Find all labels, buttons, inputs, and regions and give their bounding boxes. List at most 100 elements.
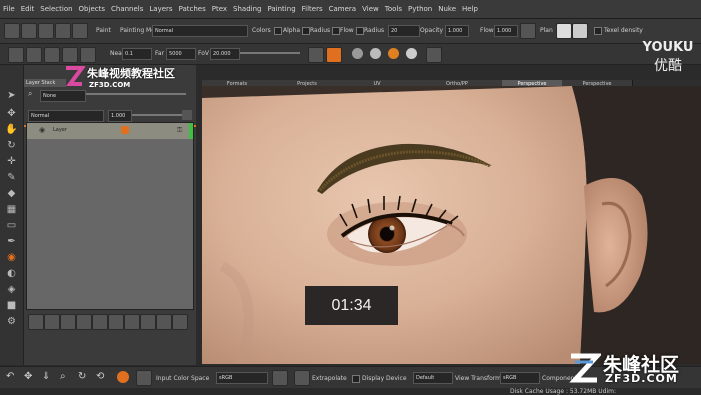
move-icon[interactable]: ✥	[5, 107, 18, 120]
menu-selection[interactable]: Selection	[37, 5, 75, 13]
fill-icon[interactable]: ◆	[5, 187, 18, 200]
lit-sphere-icon[interactable]	[388, 48, 399, 59]
menu-edit[interactable]: Edit	[18, 5, 38, 13]
menu-file[interactable]: File	[0, 5, 18, 13]
menu-help[interactable]: Help	[459, 5, 481, 13]
flow-field[interactable]: 1.000	[494, 25, 518, 37]
move-view-icon[interactable]: ✥	[24, 371, 32, 382]
flat-sphere-icon[interactable]	[370, 48, 381, 59]
menu-filters[interactable]: Filters	[299, 5, 326, 13]
menu-tools[interactable]: Tools	[382, 5, 405, 13]
pan-icon[interactable]	[80, 47, 96, 63]
clone-tool-icon[interactable]	[55, 23, 71, 39]
fov-field[interactable]: 20.000	[210, 48, 240, 60]
menu-shading[interactable]: Shading	[230, 5, 264, 13]
menu-painting[interactable]: Painting	[264, 5, 298, 13]
menu-python[interactable]: Python	[405, 5, 435, 13]
add-layer-icon[interactable]	[28, 314, 44, 330]
extrapolate-icon[interactable]	[294, 370, 310, 386]
paint-tool-icon[interactable]	[4, 23, 20, 39]
painting-mode-select[interactable]: Normal	[152, 25, 248, 37]
grid-icon[interactable]	[572, 23, 588, 39]
pressure-icon[interactable]	[520, 23, 536, 39]
texture-icon[interactable]	[426, 47, 442, 63]
full-sphere-icon[interactable]	[406, 48, 417, 59]
flow2-label: Flow	[480, 27, 494, 34]
layer-row[interactable]: ◉ Layer ⚿	[27, 123, 193, 139]
layer-stack-tab[interactable]: Layer Stack	[24, 79, 66, 87]
far-field[interactable]: 5000	[166, 48, 196, 60]
menu-layers[interactable]: Layers	[146, 5, 175, 13]
rotate-icon[interactable]: ↻	[5, 139, 18, 152]
eye-icon[interactable]: ◉	[39, 126, 45, 134]
square-icon[interactable]: ■	[5, 299, 18, 312]
plan-icon[interactable]	[556, 23, 572, 39]
menu-camera[interactable]: Camera	[326, 5, 359, 13]
undo-icon[interactable]: ↶	[6, 371, 14, 382]
orbit-icon[interactable]: ↻	[78, 371, 86, 382]
texel-density-checkbox[interactable]	[594, 27, 602, 35]
record-icon[interactable]	[117, 371, 129, 383]
camera-icon[interactable]	[8, 47, 24, 63]
opacity-field[interactable]: 1.000	[445, 25, 469, 37]
fit-icon[interactable]	[26, 47, 42, 63]
shading-sphere-icon[interactable]	[352, 48, 363, 59]
add-group-icon[interactable]	[44, 314, 60, 330]
lock-icon[interactable]	[182, 110, 192, 120]
down-arrow-icon[interactable]: ⇓	[42, 371, 50, 382]
view-transform-select[interactable]: sRGB	[500, 372, 540, 384]
merge-icon[interactable]	[108, 314, 124, 330]
menu-patches[interactable]: Patches	[176, 5, 209, 13]
brush-tool-icon[interactable]	[21, 23, 37, 39]
display-device-checkbox[interactable]	[352, 375, 360, 383]
paint-brush-icon[interactable]: ✎	[5, 171, 18, 184]
radius-checkbox[interactable]	[302, 27, 310, 35]
export-icon[interactable]	[140, 314, 156, 330]
blend-mode-select[interactable]: Normal	[28, 110, 104, 122]
menu-objects[interactable]: Objects	[76, 5, 108, 13]
mode-icon[interactable]	[326, 47, 342, 63]
near-field[interactable]: 0.1	[122, 48, 152, 60]
view-icon[interactable]	[62, 47, 78, 63]
viewport[interactable]	[202, 86, 701, 364]
zoom-icon[interactable]: ⌕	[60, 371, 66, 382]
reset-icon[interactable]: ⟲	[96, 371, 104, 382]
display-device-select[interactable]: Default	[413, 372, 453, 384]
radius2-checkbox[interactable]	[356, 27, 364, 35]
flow-checkbox[interactable]	[332, 27, 340, 35]
flow-label: Flow	[340, 27, 354, 34]
delete-layer-icon[interactable]	[172, 314, 188, 330]
fov-slider[interactable]	[240, 52, 300, 54]
menu-channels[interactable]: Channels	[108, 5, 146, 13]
color-space-icon[interactable]	[136, 370, 152, 386]
target-icon[interactable]: ◉	[5, 251, 18, 264]
lock-layer-icon[interactable]: ⚿	[177, 126, 182, 135]
layer-opacity-slider[interactable]	[132, 114, 182, 116]
grid-select-icon[interactable]: ▦	[5, 203, 18, 216]
menu-nuke[interactable]: Nuke	[435, 5, 459, 13]
hand-icon[interactable]: ✋	[5, 123, 18, 136]
smudge-icon[interactable]: ◐	[5, 267, 18, 280]
mask-icon[interactable]	[76, 314, 92, 330]
transform-icon[interactable]: ✛	[5, 155, 18, 168]
alpha-checkbox[interactable]	[274, 27, 282, 35]
gear-icon[interactable]: ⚙	[5, 315, 18, 328]
input-color-space-select[interactable]: sRGB	[216, 372, 268, 384]
smear-tool-icon[interactable]	[72, 23, 88, 39]
display-icon[interactable]	[272, 370, 288, 386]
eraser-icon[interactable]: ▭	[5, 219, 18, 232]
light-icon[interactable]	[308, 47, 324, 63]
adjust-layer-icon[interactable]	[60, 314, 76, 330]
select-arrow-icon[interactable]: ➤	[5, 89, 18, 102]
frame-icon[interactable]	[44, 47, 60, 63]
layer-opacity-field[interactable]: 1.000	[108, 110, 132, 122]
flatten-icon[interactable]	[124, 314, 140, 330]
pen-icon[interactable]: ✒	[5, 235, 18, 248]
settings-icon[interactable]	[156, 314, 172, 330]
eraser-tool-icon[interactable]	[38, 23, 54, 39]
menu-ptex[interactable]: Ptex	[209, 5, 230, 13]
duplicate-icon[interactable]	[92, 314, 108, 330]
slice-icon[interactable]: ◈	[5, 283, 18, 296]
radius-field[interactable]: 20	[388, 25, 420, 37]
menu-view[interactable]: View	[359, 5, 382, 13]
